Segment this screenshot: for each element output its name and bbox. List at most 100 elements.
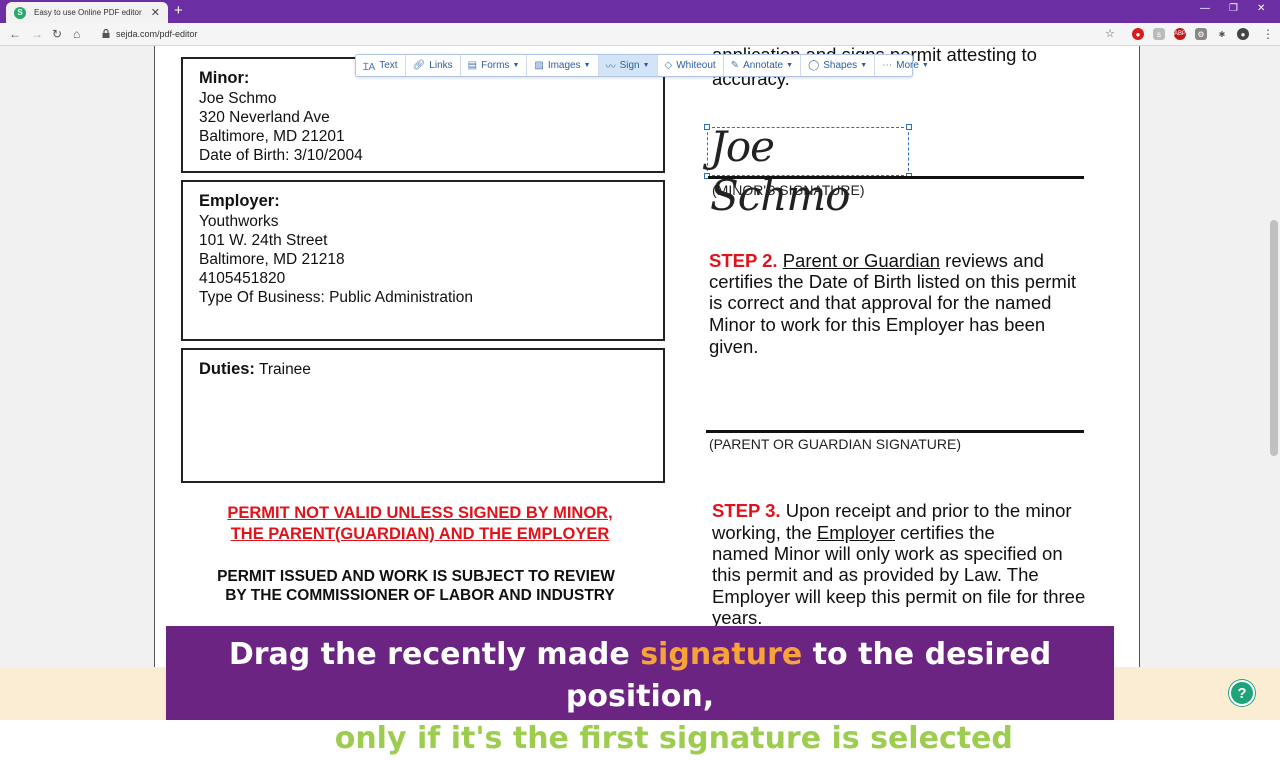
toolbar-shapes-button[interactable]: ◯ Shapes ▼ — [801, 55, 876, 76]
step3-line1-rest: Upon receipt and prior to the minor — [780, 500, 1072, 521]
parent-signature-label: (PARENT OR GUARDIAN SIGNATURE) — [709, 436, 962, 452]
toolbar-forms-button[interactable]: ▤ Forms ▼ — [461, 55, 528, 76]
reload-icon[interactable]: ↻ — [52, 27, 62, 41]
resize-handle-tl[interactable] — [704, 124, 710, 130]
scrollbar[interactable] — [1268, 46, 1280, 720]
step3-line2-post: certifies the — [895, 522, 995, 543]
step3-line4: this permit and as provided by Law. The — [712, 564, 1039, 585]
signature-icon: 〰 — [605, 62, 616, 73]
toolbar-text-button[interactable]: ꞮA Text — [356, 55, 406, 76]
browser-tab[interactable]: S Easy to use Online PDF editor ✕ — [6, 2, 168, 23]
toolbar-links-button[interactable]: 🔗︎ Links — [406, 55, 461, 76]
minor-signature-label: (MINOR'S SIGNATURE) — [712, 182, 865, 198]
toolbar-sign-label: Sign — [619, 60, 640, 71]
step2-line1-rest: reviews and — [940, 250, 1044, 271]
step3-line2: working, the Employer certifies the — [712, 522, 995, 544]
step3-line2-pre: working, the — [712, 522, 817, 543]
toolbar-whiteout-label: Whiteout — [676, 60, 716, 71]
caption-line-2: but only if it's the first signature is … — [166, 718, 1114, 760]
toolbar-annotate-button[interactable]: ✎ Annotate ▼ — [724, 55, 802, 76]
toolbar-more-label: More — [896, 60, 919, 71]
caption-highlight-condition: only if it's the first signature is sele… — [334, 721, 1013, 756]
puzzle-icon[interactable]: ✱ — [1216, 28, 1228, 40]
step2-line5: given. — [709, 336, 759, 357]
back-icon[interactable]: ← — [9, 27, 21, 41]
url-field[interactable]: sejda.com/pdf-editor — [116, 29, 198, 39]
chevron-down-icon: ▼ — [860, 62, 868, 69]
employer-business: Type Of Business: Public Administration — [199, 289, 473, 306]
forward-icon[interactable]: → — [31, 27, 43, 41]
minor-signature[interactable]: Joe Schmo — [704, 122, 912, 220]
maximize-icon[interactable]: ❐ — [1229, 3, 1238, 14]
menu-kebab-icon[interactable]: ⋮ — [1262, 27, 1274, 41]
text-icon: ꞮA — [363, 61, 376, 73]
signature-text: Joe Schmo — [710, 122, 850, 220]
caption-highlight-signature: signature — [640, 637, 803, 672]
step3-line3: named Minor will only work as specified … — [712, 543, 1063, 564]
duties-box: Duties: Trainee — [181, 348, 665, 483]
chevron-down-icon: ▼ — [921, 62, 929, 69]
toolbar-images-button[interactable]: ▨ Images ▼ — [527, 55, 599, 76]
employer-city: Baltimore, MD 21218 — [199, 251, 345, 268]
eraser-icon: ◇ — [664, 60, 673, 71]
help-chat-button[interactable]: ? — [1229, 680, 1255, 706]
tab-title: Easy to use Online PDF editor — [34, 8, 142, 17]
shapes-icon: ◯ — [808, 60, 820, 71]
step2-parent-link: Parent or Guardian — [782, 250, 941, 271]
minimize-icon[interactable]: — — [1200, 3, 1210, 14]
bookmark-star-icon[interactable]: ☆ — [1105, 27, 1115, 40]
step2-label: STEP 2. — [709, 250, 778, 271]
toolbar-annotate-label: Annotate — [743, 60, 784, 71]
toolbar-links-label: Links — [429, 60, 453, 71]
chevron-down-icon: ▼ — [786, 62, 794, 69]
permit-warning-black-1: PERMIT ISSUED AND WORK IS SUBJECT TO REV… — [217, 568, 615, 585]
employer-street: 101 W. 24th Street — [199, 232, 328, 249]
image-icon: ▨ — [534, 60, 544, 71]
extension-red-icon[interactable]: ● — [1132, 28, 1144, 40]
new-tab-button[interactable]: + — [174, 2, 183, 19]
home-icon[interactable]: ⌂ — [73, 27, 80, 41]
step2-line1: STEP 2. Parent or Guardian reviews and — [709, 250, 1044, 272]
duties-value: Trainee — [254, 361, 311, 378]
toolbar-shapes-label: Shapes — [823, 60, 858, 71]
permit-warning-red-1: PERMIT NOT VALID UNLESS SIGNED BY MINOR, — [227, 504, 613, 522]
extension-icon[interactable]: ⚙ — [1195, 28, 1207, 40]
chevron-down-icon: ▼ — [512, 62, 520, 69]
toolbar-sign-button[interactable]: 〰 Sign ▼ — [598, 55, 658, 76]
toolbar-text-label: Text — [379, 60, 398, 71]
step3-employer-link: Employer — [816, 522, 896, 543]
employer-heading: Employer: — [199, 192, 280, 210]
employer-name: Youthworks — [199, 213, 279, 230]
minor-dob: Date of Birth: 3/10/2004 — [199, 147, 363, 164]
permit-warning-black-2: BY THE COMMISSIONER OF LABOR AND INDUSTR… — [225, 587, 615, 604]
step2-line3: is correct and that approval for the nam… — [709, 292, 1052, 313]
extension-gray-icon[interactable]: s — [1153, 28, 1165, 40]
duties-heading: Duties: — [199, 360, 255, 378]
scrollbar-thumb[interactable] — [1270, 220, 1278, 456]
sejda-favicon-icon: S — [14, 6, 26, 19]
browser-tab-bar: S Easy to use Online PDF editor ✕ + — ❐ … — [0, 0, 1280, 23]
minor-city: Baltimore, MD 21201 — [199, 128, 345, 145]
toolbar-more-button[interactable]: ⋯ More ▼ — [875, 55, 936, 76]
tab-close-icon[interactable]: ✕ — [151, 6, 160, 19]
editor-toolbar: ꞮA Text 🔗︎ Links ▤ Forms ▼ ▨ Images ▼ 〰 Sign ▼ ◇… — [355, 54, 929, 77]
tutorial-caption: Drag the recently made signature to the … — [166, 626, 1114, 756]
step2-line2: certifies the Date of Birth listed on th… — [709, 271, 1077, 292]
minor-name: Joe Schmo — [199, 90, 277, 107]
step3-line5: Employer will keep this permit on file f… — [712, 586, 1086, 607]
more-icon: ⋯ — [882, 60, 893, 71]
employer-box: Employer: Youthworks 101 W. 24th Street … — [181, 180, 665, 341]
permit-warning-red-2: THE PARENT(GUARDIAN) AND THE EMPLOYER — [230, 525, 610, 543]
minor-signature-line — [708, 176, 1084, 179]
forms-icon: ▤ — [467, 60, 478, 71]
toolbar-forms-label: Forms — [481, 60, 510, 71]
step3-line1: STEP 3. Upon receipt and prior to the mi… — [712, 500, 1072, 522]
lock-icon — [102, 29, 110, 38]
toolbar-whiteout-button[interactable]: ◇ Whiteout — [658, 55, 724, 76]
window-close-icon[interactable]: ✕ — [1257, 3, 1265, 14]
avatar[interactable]: ● — [1237, 28, 1249, 40]
employer-phone: 4105451820 — [199, 270, 286, 287]
resize-handle-tr[interactable] — [906, 124, 912, 130]
address-bar: ← → ↻ ⌂ sejda.com/pdf-editor ☆ ● s ABP ⚙… — [0, 23, 1280, 46]
adblock-icon[interactable]: ABP — [1174, 28, 1186, 40]
